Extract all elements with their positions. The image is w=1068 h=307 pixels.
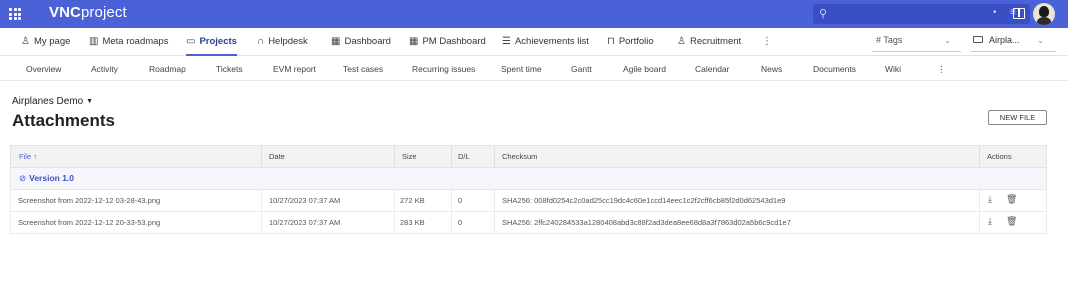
tab-test-cases[interactable]: Test cases <box>343 57 383 81</box>
top-bar: VNCproject ⚲ • ≡ <box>0 0 1068 28</box>
column-header-dl[interactable]: D/L <box>458 146 470 167</box>
column-header-size[interactable]: Size <box>402 146 417 167</box>
tab-evm-report[interactable]: EVM report <box>273 57 316 81</box>
main-nav: ♙ My page ▥ Meta roadmaps ▭ Projects ∩ Helpd… <box>0 28 1068 56</box>
tab-wiki[interactable]: Wiki <box>885 57 901 81</box>
file-size: 283 KB <box>400 218 425 227</box>
nav-item-pm-dashboard[interactable]: ▦ PM Dashboard <box>409 28 486 56</box>
attachments-table: File ↑ Date Size D/L Checksum Actions ⊘ V… <box>10 145 1047 234</box>
project-select[interactable]: Airpla... ⌄ <box>971 32 1056 52</box>
column-header-actions: Actions <box>987 152 1012 161</box>
tab-agile-board[interactable]: Agile board <box>623 57 666 81</box>
chevron-down-icon: ⌄ <box>1037 36 1044 45</box>
add-user-icon: ♙ <box>677 36 686 47</box>
file-checksum: SHA256: 2ffc240284533a1280408abd3c88f2ad… <box>502 218 791 227</box>
nav-item-dashboard[interactable]: ▦ Dashboard <box>331 28 391 56</box>
download-icon[interactable]: ⤓ <box>988 216 992 227</box>
tags-select[interactable]: # Tags ⌄ <box>872 32 961 52</box>
search-icon: ⚲ <box>819 8 828 20</box>
table-row: Screenshot from 2022-12-12 03-28-43.png … <box>10 190 1047 212</box>
dashboard-icon: ▦ <box>409 36 419 47</box>
chevron-down-icon: ⌄ <box>944 36 951 45</box>
sort-asc-icon: ↑ <box>33 152 37 161</box>
file-date: 10/27/2023 07:37 AM <box>269 196 341 205</box>
apps-grid-icon[interactable] <box>9 8 21 20</box>
nav-item-projects[interactable]: ▭ Projects <box>186 28 237 56</box>
nav-item-achievements-list[interactable]: ☰ Achievements list <box>502 28 589 56</box>
table-header: File ↑ Date Size D/L Checksum Actions <box>10 145 1047 168</box>
table-row: Screenshot from 2022-12-12 20-33-53.png … <box>10 212 1047 234</box>
list-icon: ☰ <box>502 36 511 47</box>
avatar[interactable] <box>1033 3 1055 25</box>
clear-icon[interactable]: • <box>993 7 997 18</box>
column-header-checksum[interactable]: Checksum <box>502 146 537 167</box>
page-title: Attachments <box>12 111 115 130</box>
tab-overview[interactable]: Overview <box>26 57 61 81</box>
user-icon: ♙ <box>21 36 30 47</box>
folder-icon: ▭ <box>186 36 196 47</box>
trash-icon[interactable]: 🗑 <box>1006 216 1017 227</box>
download-count: 0 <box>458 218 463 227</box>
file-name[interactable]: Screenshot from 2022-12-12 03-28-43.png <box>18 190 160 211</box>
nav-item-my-page[interactable]: ♙ My page <box>21 28 70 56</box>
file-size: 272 KB <box>400 196 425 205</box>
column-header-file[interactable]: File ↑ <box>19 146 37 167</box>
app-logo[interactable]: VNCproject <box>49 4 127 21</box>
briefcase-icon: ⊓ <box>607 36 615 47</box>
tab-recurring-issues[interactable]: Recurring issues <box>412 57 475 81</box>
more-menu-icon[interactable]: ⋮ <box>762 28 772 56</box>
nav-item-helpdesk[interactable]: ∩ Helpdesk <box>257 28 308 56</box>
headset-icon: ∩ <box>257 36 265 47</box>
version-group-header[interactable]: ⊘ Version 1.0 <box>10 168 1047 190</box>
download-icon[interactable]: ⤓ <box>988 194 992 205</box>
global-search-input[interactable]: ⚲ • ≡ <box>813 4 1030 24</box>
nav-item-meta-roadmaps[interactable]: ▥ Meta roadmaps <box>89 28 168 56</box>
file-date: 10/27/2023 07:37 AM <box>269 218 341 227</box>
more-tabs-icon[interactable]: ⋮ <box>937 57 946 81</box>
layout-panel-icon[interactable] <box>1013 8 1025 19</box>
file-checksum: SHA256: 008fd0254c2c0ad25cc19dc4c60e1ccd… <box>502 196 786 205</box>
tab-roadmap[interactable]: Roadmap <box>149 57 186 81</box>
new-file-button[interactable]: NEW FILE <box>988 110 1047 125</box>
map-icon: ▥ <box>89 36 99 47</box>
tab-news[interactable]: News <box>761 57 782 81</box>
folder-icon <box>973 36 983 44</box>
hash-icon: # <box>876 35 882 45</box>
nav-item-recruitment[interactable]: ♙ Recruitment <box>677 28 741 56</box>
trash-icon[interactable]: 🗑 <box>1006 194 1017 205</box>
caret-down-icon: ▼ <box>86 98 94 105</box>
tab-documents[interactable]: Documents <box>813 57 856 81</box>
download-count: 0 <box>458 196 463 205</box>
project-sub-nav: Overview Activity Roadmap Tickets EVM re… <box>0 57 1068 81</box>
tab-activity[interactable]: Activity <box>91 57 118 81</box>
nav-item-portfolio[interactable]: ⊓ Portfolio <box>607 28 654 56</box>
breadcrumb[interactable]: Airplanes Demo ▼ <box>12 96 93 107</box>
tab-spent-time[interactable]: Spent time <box>501 57 542 81</box>
tab-gantt[interactable]: Gantt <box>571 57 592 81</box>
file-name[interactable]: Screenshot from 2022-12-12 20-33-53.png <box>18 212 160 233</box>
tab-calendar[interactable]: Calendar <box>695 57 730 81</box>
dashboard-icon: ▦ <box>331 36 341 47</box>
tab-tickets[interactable]: Tickets <box>216 57 243 81</box>
shield-icon: ⊘ <box>19 173 27 183</box>
column-header-date[interactable]: Date <box>269 146 285 167</box>
